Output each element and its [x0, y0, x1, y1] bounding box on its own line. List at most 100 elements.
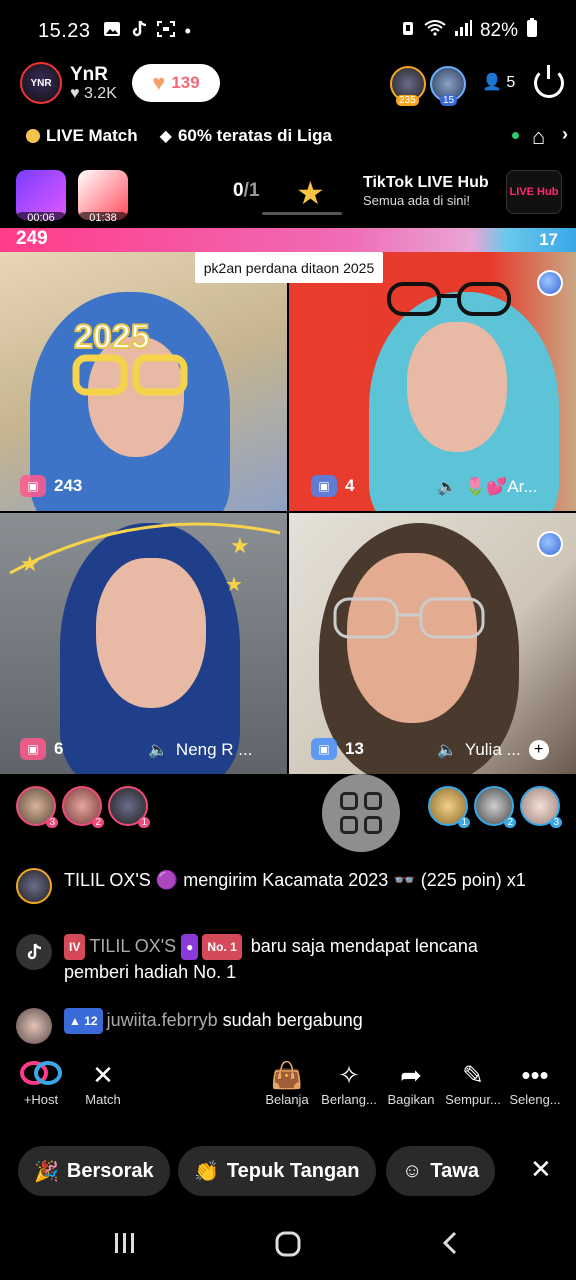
ranking-left-avatar-2[interactable]: 2	[62, 786, 104, 828]
shop-label: Belanja	[265, 1092, 309, 1107]
system-nav-bar	[0, 1212, 576, 1280]
treasure-box-1[interactable]: 00:06	[16, 170, 66, 224]
top-gifter-avatar-2[interactable]: 15	[430, 66, 466, 106]
live-caption: pk2an perdana ditaon 2025	[195, 252, 383, 283]
more-button[interactable]: ••• Seleng...	[500, 1058, 570, 1107]
share-button[interactable]: ➦ Bagikan	[376, 1058, 446, 1107]
guest-2-name-tag[interactable]: 🔈 🌷💕Ar...	[437, 477, 538, 497]
ranking-right-avatar-3[interactable]: 3	[520, 786, 562, 828]
speaker-icon: 🔈	[437, 479, 457, 496]
likes-pill-count: 139	[171, 73, 200, 92]
chat-message: IV TILIL OX'S ● No. 1 baru saja mendapat l…	[16, 934, 534, 984]
clap-chip[interactable]: 👏 Tepuk Tangan	[178, 1146, 376, 1196]
multi-guest-grid: 2025 ▣ 243 ▣ 4 🔈 🌷💕Ar... ★ ★ ★ ▣ 6 🔈 Nen…	[0, 252, 576, 774]
treasure-timer-2: 01:38	[78, 212, 128, 224]
host-avatar[interactable]: YNR	[20, 62, 62, 104]
ranking-right-avatar-1[interactable]: 1	[428, 786, 470, 828]
top-gifter-avatar-1[interactable]: 235	[390, 66, 426, 106]
hub-logo-text: LIVE Hub	[509, 186, 559, 198]
cheer-label: Bersorak	[66, 1159, 154, 1182]
chat-message-text: sudah bergabung	[222, 1010, 363, 1030]
subscribe-button[interactable]: ✧ Berlang...	[314, 1058, 384, 1107]
top-gifter-badge-2: 15	[440, 95, 458, 106]
share-label: Bagikan	[387, 1092, 435, 1107]
ranking-right-avatar-2[interactable]: 2	[474, 786, 516, 828]
add-guest-icon[interactable]: +	[528, 740, 549, 760]
more-icon: •••	[521, 1060, 549, 1090]
host-name[interactable]: YnR	[70, 64, 108, 86]
recent-apps-icon[interactable]	[112, 1230, 138, 1263]
ranking-left-avatar-1[interactable]: 3	[16, 786, 58, 828]
close-icon[interactable]: ✕	[530, 1154, 552, 1185]
chat-message: TILIL OX'S 🟣 mengirim Kacamata 2023 👓 (2…	[16, 868, 534, 904]
live-hub-logo[interactable]: LIVE Hub	[506, 170, 562, 214]
add-host-button[interactable]: +Host	[6, 1058, 76, 1107]
star-icon[interactable]: ★	[296, 174, 325, 212]
laugh-icon: ☺	[402, 1159, 423, 1182]
guest-4-count: 13	[345, 739, 364, 758]
guest-3-count: 6	[54, 739, 64, 758]
more-label: Seleng...	[509, 1092, 561, 1107]
gift-box-icon: ▣	[311, 738, 337, 760]
laugh-chip[interactable]: ☺ Tawa	[386, 1146, 495, 1196]
chevron-right-icon[interactable]: ›	[562, 124, 568, 145]
coin-icon	[26, 129, 40, 143]
treasure-timer-1: 00:06	[16, 212, 66, 224]
live-match-label[interactable]: LIVE Match	[46, 126, 138, 146]
back-icon[interactable]	[440, 1230, 460, 1263]
chat-username[interactable]: TILIL OX'S	[89, 936, 176, 956]
guest-3-label: ▣ 6	[20, 738, 63, 760]
viewer-count[interactable]: 👤 5	[482, 72, 515, 92]
online-dot-icon	[512, 132, 519, 139]
layout-grid-button[interactable]	[322, 774, 400, 852]
add-host-label: +Host	[23, 1092, 59, 1107]
gift-row: 00:06 01:38 0/1 ★ TikTok LIVE Hub Semua …	[0, 166, 576, 224]
svg-text:★: ★	[20, 551, 40, 576]
home-icon[interactable]: ⌂	[532, 124, 545, 150]
ranking-left-avatar-3[interactable]: 1	[108, 786, 150, 828]
gift-box-icon: ▣	[20, 738, 46, 760]
follow-likes-pill[interactable]: ♥ 139	[132, 64, 220, 102]
clap-label: Tepuk Tangan	[226, 1159, 360, 1182]
guest-video-4[interactable]: ▣ 13 🔈 Yulia ... +	[289, 513, 576, 774]
guest-video-1[interactable]: 2025 ▣ 243	[0, 252, 287, 511]
level-badge: ▲ 12	[64, 1008, 103, 1035]
grid-square-icon	[364, 816, 382, 834]
guest-3-name-tag[interactable]: 🔈 Neng R ...	[148, 740, 252, 760]
home-nav-icon[interactable]	[274, 1230, 302, 1265]
guest-2-count: 4	[345, 476, 355, 495]
hub-title[interactable]: TikTok LIVE Hub	[363, 174, 489, 192]
glasses-2025-effect: 2025	[66, 310, 196, 400]
wifi-icon	[424, 20, 446, 42]
viewer-count-value: 5	[506, 74, 516, 91]
league-label[interactable]: 60% teratas di Liga	[178, 126, 332, 146]
guest-video-3[interactable]: ★ ★ ★ ▣ 6 🔈 Neng R ...	[0, 513, 287, 774]
power-icon[interactable]	[534, 65, 564, 98]
goal-progress-total: /1	[243, 180, 260, 201]
shop-button[interactable]: 👜 Belanja	[252, 1058, 322, 1107]
guest-4-badge-icon	[537, 531, 563, 557]
status-bar: 15.23 • 82%	[0, 0, 576, 62]
guest-4-name-tag[interactable]: 🔈 Yulia ... +	[437, 740, 549, 760]
tiktok-icon	[16, 934, 52, 970]
match-button[interactable]: ✕ Match	[68, 1058, 138, 1107]
match-label: Match	[85, 1092, 121, 1107]
host-avatar-text: YNR	[30, 77, 52, 89]
chat-username[interactable]: juwiita.febrryb	[107, 1010, 218, 1030]
guest-3-name: Neng R ...	[175, 740, 253, 759]
cheer-chip[interactable]: 🎉 Bersorak	[18, 1146, 170, 1196]
guest-1-label: ▣ 243	[20, 475, 82, 497]
rank-badge: 3	[46, 817, 58, 828]
level-badge-value: 12	[84, 1014, 98, 1029]
share-icon: ➦	[400, 1060, 422, 1090]
chat-avatar[interactable]	[16, 868, 52, 904]
enhance-button[interactable]: ✎ Sempur...	[438, 1058, 508, 1107]
chat-avatar[interactable]	[16, 1008, 52, 1044]
guest-2-name: 🌷💕Ar...	[464, 477, 538, 496]
chat-message: ▲ 12 juwiita.febrryb sudah bergabung	[16, 1008, 534, 1044]
treasure-box-2[interactable]: 01:38	[78, 170, 128, 224]
guest-video-2[interactable]: ▣ 4 🔈 🌷💕Ar...	[289, 252, 576, 511]
reaction-chips: 🎉 Bersorak 👏 Tepuk Tangan ☺ Tawa ✕	[0, 1146, 576, 1196]
grid-square-icon	[364, 792, 382, 810]
goal-progress[interactable]: 0/1	[233, 180, 259, 202]
